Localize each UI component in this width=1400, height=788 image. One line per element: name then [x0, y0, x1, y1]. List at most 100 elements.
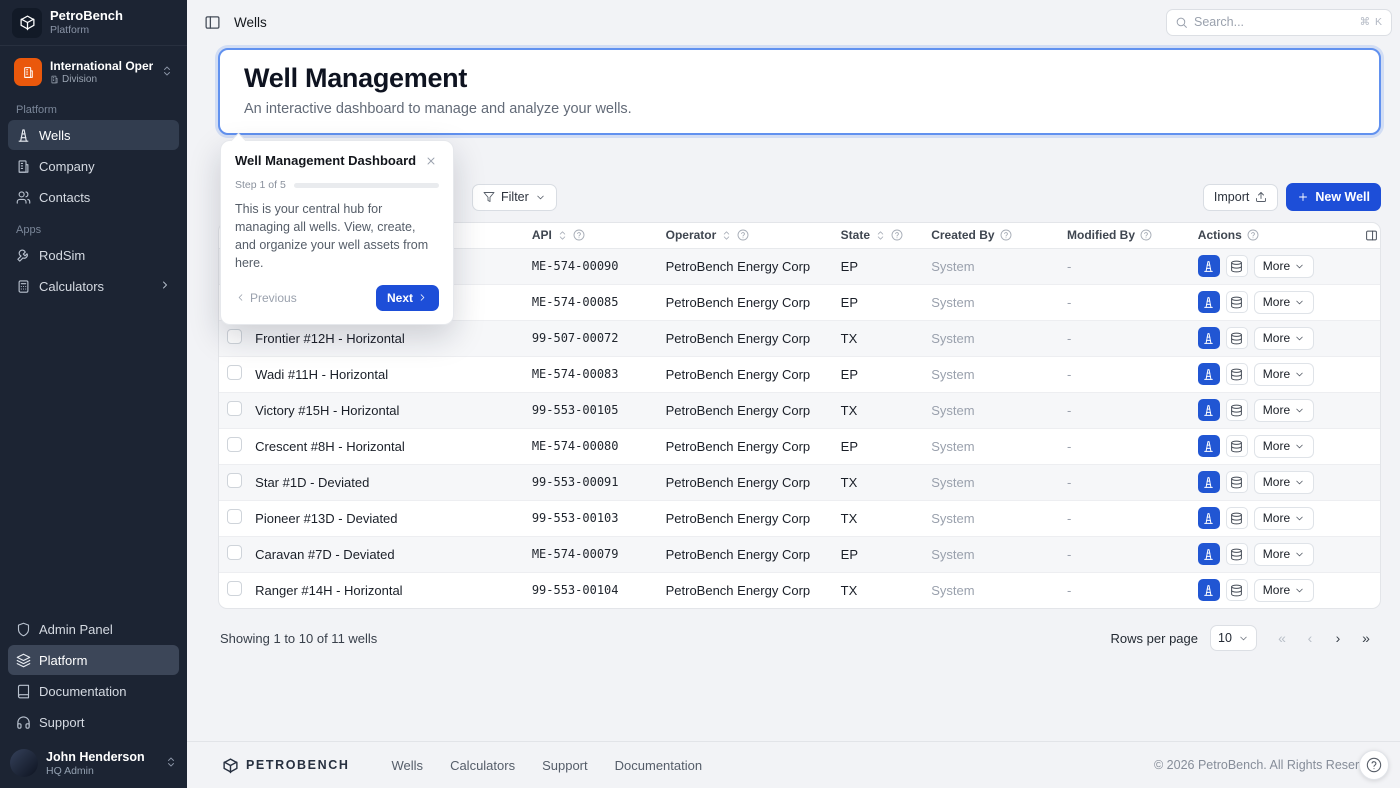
created-by-cell: System — [923, 536, 1059, 572]
open-well-button[interactable] — [1198, 327, 1220, 349]
row-more-button[interactable]: More — [1254, 471, 1314, 494]
user-menu[interactable]: John Henderson HQ Admin — [0, 740, 187, 788]
sidebar-toggle-button[interactable] — [200, 10, 224, 34]
help-circle-icon[interactable] — [1140, 229, 1152, 241]
close-icon — [425, 155, 437, 167]
derrick-icon — [1202, 584, 1215, 597]
open-well-button[interactable] — [1198, 363, 1220, 385]
row-more-button[interactable]: More — [1254, 435, 1314, 458]
open-well-button[interactable] — [1198, 435, 1220, 457]
row-checkbox[interactable] — [227, 365, 242, 380]
row-checkbox[interactable] — [227, 437, 242, 452]
page-header-card: Well Management An interactive dashboard… — [218, 48, 1381, 135]
open-well-button[interactable] — [1198, 399, 1220, 421]
sidebar-item-calculators[interactable]: Calculators — [8, 271, 179, 301]
tour-next-button[interactable]: Next — [376, 285, 439, 311]
sidebar-item-wells[interactable]: Wells — [8, 120, 179, 150]
api-cell: ME-574-00083 — [524, 356, 658, 392]
api-cell: 99-553-00103 — [524, 500, 658, 536]
row-checkbox[interactable] — [227, 545, 242, 560]
sort-icon — [721, 230, 732, 241]
row-checkbox[interactable] — [227, 581, 242, 596]
layers-icon — [16, 653, 31, 668]
import-button[interactable]: Import — [1203, 184, 1278, 211]
api-cell: 99-553-00091 — [524, 464, 658, 500]
well-data-button[interactable] — [1226, 543, 1248, 565]
sidebar-item-support[interactable]: Support — [8, 707, 179, 737]
well-data-button[interactable] — [1226, 291, 1248, 313]
sidebar-item-rodsim[interactable]: RodSim — [8, 240, 179, 270]
row-checkbox[interactable] — [227, 401, 242, 416]
footer-link-wells[interactable]: Wells — [392, 758, 424, 773]
footer-link-calculators[interactable]: Calculators — [450, 758, 515, 773]
well-data-button[interactable] — [1226, 579, 1248, 601]
org-switcher[interactable]: International Operatio Division — [8, 53, 179, 91]
new-well-button[interactable]: New Well — [1286, 183, 1381, 211]
row-checkbox[interactable] — [227, 329, 242, 344]
last-page-button[interactable]: » — [1353, 625, 1379, 651]
tour-close-button[interactable] — [423, 153, 439, 169]
sidebar-item-documentation[interactable]: Documentation — [8, 676, 179, 706]
sidebar-item-company[interactable]: Company — [8, 151, 179, 181]
row-more-button[interactable]: More — [1254, 291, 1314, 314]
first-page-button[interactable]: « — [1269, 625, 1295, 651]
rows-per-page-select[interactable]: 10 — [1210, 625, 1257, 651]
sidebar-item-platform[interactable]: Platform — [8, 645, 179, 675]
section-label-platform: Platform — [0, 93, 187, 120]
sidebar-item-contacts[interactable]: Contacts — [8, 182, 179, 212]
previous-page-button[interactable]: ‹ — [1297, 625, 1323, 651]
open-well-button[interactable] — [1198, 579, 1220, 601]
open-well-button[interactable] — [1198, 507, 1220, 529]
row-more-button[interactable]: More — [1254, 543, 1314, 566]
well-data-button[interactable] — [1226, 255, 1248, 277]
footer-link-support[interactable]: Support — [542, 758, 588, 773]
search-input[interactable] — [1194, 15, 1354, 29]
api-cell: 99-507-00072 — [524, 320, 658, 356]
row-checkbox[interactable] — [227, 509, 242, 524]
row-more-button[interactable]: More — [1254, 579, 1314, 602]
operator-cell: PetroBench Energy Corp — [658, 356, 833, 392]
column-header-api[interactable]: API — [532, 228, 650, 242]
modified-by-cell: - — [1059, 464, 1190, 500]
help-button[interactable] — [1359, 750, 1389, 780]
row-checkbox[interactable] — [227, 473, 242, 488]
building-icon — [16, 159, 31, 174]
well-data-button[interactable] — [1226, 327, 1248, 349]
global-search[interactable]: ⌘ K — [1166, 9, 1392, 36]
column-visibility-button[interactable] — [1362, 225, 1381, 245]
tour-previous-button[interactable]: Previous — [235, 291, 297, 305]
row-more-button[interactable]: More — [1254, 507, 1314, 530]
row-more-button[interactable]: More — [1254, 255, 1314, 278]
column-header-created-by[interactable]: Created By — [931, 228, 1051, 242]
next-page-button[interactable]: › — [1325, 625, 1351, 651]
well-data-button[interactable] — [1226, 471, 1248, 493]
row-more-button[interactable]: More — [1254, 399, 1314, 422]
row-more-button[interactable]: More — [1254, 327, 1314, 350]
created-by-cell: System — [923, 392, 1059, 428]
state-cell: TX — [833, 572, 924, 608]
state-cell: TX — [833, 464, 924, 500]
sidebar-item-admin-panel[interactable]: Admin Panel — [8, 614, 179, 644]
column-header-modified-by[interactable]: Modified By — [1067, 228, 1182, 242]
well-data-button[interactable] — [1226, 507, 1248, 529]
rows-per-page-label: Rows per page — [1111, 631, 1198, 646]
filter-button[interactable]: Filter — [472, 184, 557, 211]
help-circle-icon[interactable] — [737, 229, 749, 241]
table-row: Frontier #12H - Horizontal 99-507-00072 … — [219, 320, 1380, 356]
open-well-button[interactable] — [1198, 471, 1220, 493]
help-circle-icon[interactable] — [891, 229, 903, 241]
column-header-state[interactable]: State — [841, 228, 916, 242]
column-header-operator[interactable]: Operator — [666, 228, 825, 242]
footer-link-documentation[interactable]: Documentation — [615, 758, 702, 773]
well-data-button[interactable] — [1226, 363, 1248, 385]
help-circle-icon[interactable] — [1000, 229, 1012, 241]
operator-cell: PetroBench Energy Corp — [658, 500, 833, 536]
row-more-button[interactable]: More — [1254, 363, 1314, 386]
help-circle-icon[interactable] — [573, 229, 585, 241]
open-well-button[interactable] — [1198, 255, 1220, 277]
open-well-button[interactable] — [1198, 291, 1220, 313]
help-circle-icon[interactable] — [1247, 229, 1259, 241]
well-data-button[interactable] — [1226, 399, 1248, 421]
open-well-button[interactable] — [1198, 543, 1220, 565]
well-data-button[interactable] — [1226, 435, 1248, 457]
